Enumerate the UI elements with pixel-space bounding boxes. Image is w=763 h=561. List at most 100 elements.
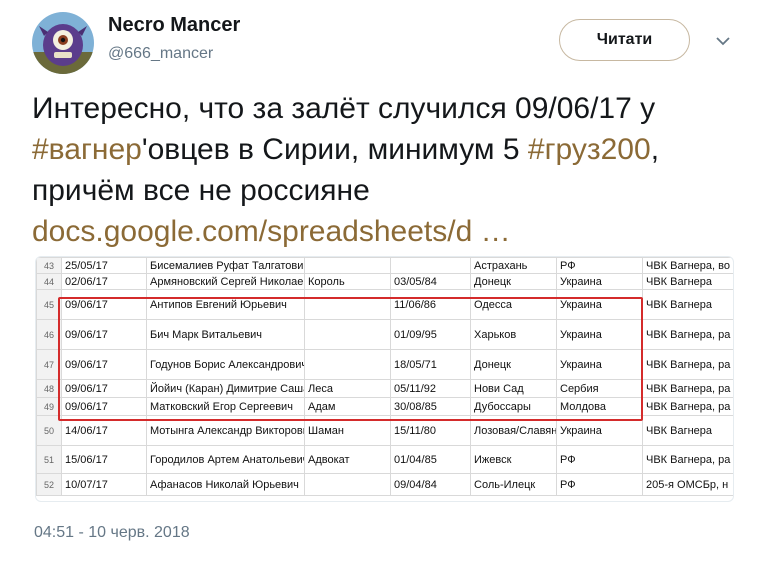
row-number: 49 <box>36 397 62 416</box>
date-cell: 09/06/17 <box>61 289 147 320</box>
birthdate-cell: 15/11/80 <box>390 415 471 446</box>
country-cell: Украина <box>556 273 643 290</box>
country-cell: Сербия <box>556 379 643 398</box>
name-cell: Антипов Евгений Юрьевич <box>146 289 305 320</box>
city-cell: Ижевск <box>470 445 557 474</box>
country-cell: Украина <box>556 415 643 446</box>
date-cell: 25/05/17 <box>61 257 147 274</box>
name-cell: Мотынга Александр Викторович <box>146 415 305 446</box>
unit-cell: ЧВК Вагнера, ра <box>642 319 733 350</box>
unit-cell: ЧВК Вагнера, ра <box>642 349 733 380</box>
city-cell: Харьков <box>470 319 557 350</box>
table-row: 45 09/06/17 Антипов Евгений Юрьевич 11/0… <box>36 289 733 320</box>
callsign-cell: Адвокат <box>304 445 391 474</box>
tweet-text: Интересно, что за залёт случился 09/06/1… <box>32 88 752 252</box>
table-row: 46 09/06/17 Бич Марк Витальевич 01/09/95… <box>36 319 733 350</box>
date-cell: 09/06/17 <box>61 349 147 380</box>
row-number: 43 <box>36 257 62 274</box>
country-cell: Украина <box>556 289 643 320</box>
birthdate-cell: 18/05/71 <box>390 349 471 380</box>
birthdate-cell: 09/04/84 <box>390 473 471 496</box>
country-cell: РФ <box>556 257 643 274</box>
chevron-down-icon[interactable] <box>712 30 734 52</box>
callsign-cell: Король <box>304 273 391 290</box>
table-row: 49 09/06/17 Матковский Егор Сергеевич Ад… <box>36 397 733 416</box>
tweet-text-part: Интересно, что за залёт случился 09/06/1… <box>32 92 656 125</box>
country-cell: РФ <box>556 473 643 496</box>
row-number: 45 <box>36 289 62 320</box>
city-cell: Лозовая/Славян <box>470 415 557 446</box>
unit-cell: ЧВК Вагнера, во <box>642 257 733 274</box>
table-row: 47 09/06/17 Годунов Борис Александрович … <box>36 349 733 380</box>
spreadsheet-table: 43 25/05/17 Бисемалиев Руфат Талгатович … <box>36 257 733 496</box>
callsign-cell: Шаман <box>304 415 391 446</box>
country-cell: РФ <box>556 445 643 474</box>
date-cell: 09/06/17 <box>61 319 147 350</box>
spreadsheet-link[interactable]: docs.google.com/spreadsheets/d … <box>32 215 511 248</box>
avatar-image <box>32 12 94 74</box>
table-row: 43 25/05/17 Бисемалиев Руфат Талгатович … <box>36 257 733 274</box>
unit-cell: ЧВК Вагнера, ра <box>642 379 733 398</box>
birthdate-cell <box>390 257 471 274</box>
avatar[interactable] <box>32 12 94 74</box>
author-handle[interactable]: @666_mancer <box>108 45 213 63</box>
date-cell: 09/06/17 <box>61 397 147 416</box>
row-number: 50 <box>36 415 62 446</box>
callsign-cell <box>304 257 391 274</box>
unit-cell: ЧВК Вагнера <box>642 289 733 320</box>
name-cell: Афанасов Николай Юрьевич <box>146 473 305 496</box>
row-number: 47 <box>36 349 62 380</box>
birthdate-cell: 01/09/95 <box>390 319 471 350</box>
city-cell: Соль-Илецк <box>470 473 557 496</box>
tweet-text-part: 'овцев в Сирии, минимум 5 <box>141 133 528 166</box>
row-number: 46 <box>36 319 62 350</box>
callsign-cell <box>304 349 391 380</box>
callsign-cell <box>304 289 391 320</box>
callsign-cell <box>304 473 391 496</box>
unit-cell: ЧВК Вагнера <box>642 273 733 290</box>
follow-button[interactable]: Читати <box>559 19 690 61</box>
table-row: 51 15/06/17 Городилов Артем Анатольевич … <box>36 445 733 474</box>
name-cell: Городилов Артем Анатольевич <box>146 445 305 474</box>
hashtag-link[interactable]: #груз200 <box>528 133 651 166</box>
attached-image[interactable]: 43 25/05/17 Бисемалиев Руфат Талгатович … <box>35 256 734 502</box>
row-number: 52 <box>36 473 62 496</box>
country-cell: Украина <box>556 319 643 350</box>
date-cell: 02/06/17 <box>61 273 147 290</box>
hashtag-link[interactable]: #вагнер <box>32 133 142 166</box>
callsign-cell <box>304 319 391 350</box>
author-name[interactable]: Necro Mancer <box>108 14 240 37</box>
unit-cell: ЧВК Вагнера, ра <box>642 445 733 474</box>
city-cell: Дубоссары <box>470 397 557 416</box>
unit-cell: ЧВК Вагнера, ра <box>642 397 733 416</box>
name-cell: Годунов Борис Александрович <box>146 349 305 380</box>
table-row: 52 10/07/17 Афанасов Николай Юрьевич 09/… <box>36 473 733 496</box>
tweet-timestamp[interactable]: 04:51 - 10 черв. 2018 <box>34 524 190 542</box>
row-number: 51 <box>36 445 62 474</box>
row-number: 48 <box>36 379 62 398</box>
birthdate-cell: 11/06/86 <box>390 289 471 320</box>
unit-cell: ЧВК Вагнера <box>642 415 733 446</box>
date-cell: 15/06/17 <box>61 445 147 474</box>
country-cell: Украина <box>556 349 643 380</box>
city-cell: Донецк <box>470 349 557 380</box>
birthdate-cell: 03/05/84 <box>390 273 471 290</box>
country-cell: Молдова <box>556 397 643 416</box>
table-row: 50 14/06/17 Мотынга Александр Викторович… <box>36 415 733 446</box>
name-cell: Армяновский Сергей Николаевич <box>146 273 305 290</box>
table-row: 48 09/06/17 Йойич (Каран) Димитрие Саша … <box>36 379 733 398</box>
table-row: 44 02/06/17 Армяновский Сергей Николаеви… <box>36 273 733 290</box>
city-cell: Одесса <box>470 289 557 320</box>
birthdate-cell: 05/11/92 <box>390 379 471 398</box>
name-cell: Матковский Егор Сергеевич <box>146 397 305 416</box>
name-cell: Бисемалиев Руфат Талгатович <box>146 257 305 274</box>
unit-cell: 205-я ОМСБр, н <box>642 473 733 496</box>
city-cell: Нови Сад <box>470 379 557 398</box>
city-cell: Донецк <box>470 273 557 290</box>
callsign-cell: Леса <box>304 379 391 398</box>
name-cell: Йойич (Каран) Димитрие Саша <box>146 379 305 398</box>
date-cell: 14/06/17 <box>61 415 147 446</box>
row-number: 44 <box>36 273 62 290</box>
callsign-cell: Адам <box>304 397 391 416</box>
birthdate-cell: 30/08/85 <box>390 397 471 416</box>
